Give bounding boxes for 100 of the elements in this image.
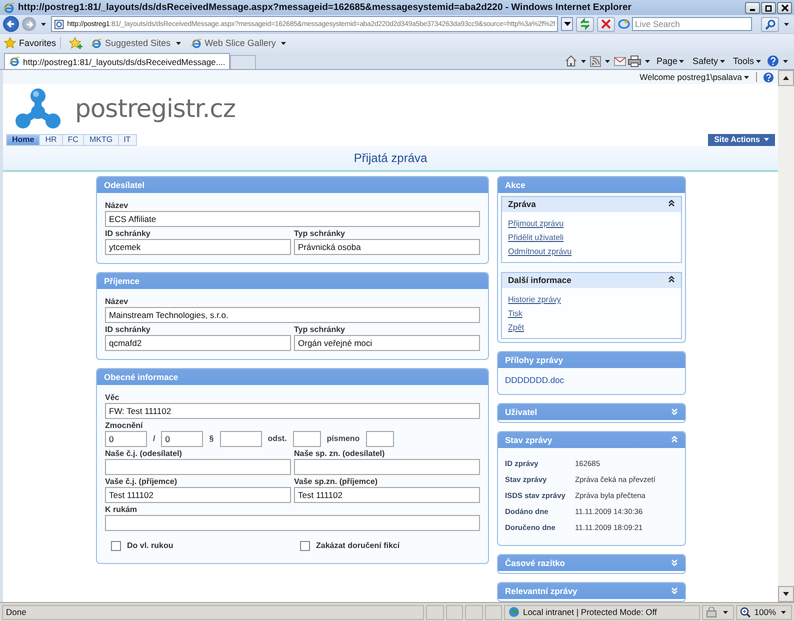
field-label: Typ schránky	[294, 228, 346, 239]
input-field[interactable]	[220, 430, 262, 447]
status-pane	[426, 604, 444, 620]
nav-tab[interactable]: IT	[118, 134, 137, 146]
help-icon[interactable]	[763, 72, 774, 83]
checkbox-label: Zakázat doručení fikcí	[316, 541, 400, 550]
field-label: odst.	[268, 434, 287, 444]
collapse-icon[interactable]	[668, 276, 675, 284]
globe-icon	[508, 606, 520, 618]
ie-logo-icon	[9, 56, 20, 67]
back-arrow-icon	[6, 19, 16, 29]
zoom-button[interactable]: 100%	[736, 604, 792, 620]
field-label: Vaše č.j. (příjemce)	[105, 476, 178, 487]
status-pane	[446, 604, 464, 620]
expand-icon[interactable]	[671, 408, 678, 415]
stop-icon	[601, 19, 611, 29]
forward-button[interactable]	[22, 17, 36, 31]
site-actions-button[interactable]: Site Actions	[708, 134, 775, 146]
feed-icon[interactable]	[590, 56, 602, 66]
input-field[interactable]: Test 111102	[105, 486, 291, 503]
checkbox[interactable]	[111, 540, 121, 551]
input-field[interactable]: 0	[105, 430, 147, 447]
input-field[interactable]: ECS Affiliate	[105, 210, 480, 227]
close-button[interactable]	[777, 2, 792, 14]
scroll-down-icon[interactable]	[778, 586, 794, 602]
browser-tab[interactable]: http://postreg1:81/_layouts/ds/dsReceivedMessage....	[4, 53, 230, 69]
command-menu[interactable]: Safety	[692, 56, 727, 66]
group-header[interactable]: Další informace	[502, 272, 681, 288]
nav-tab[interactable]: FC	[62, 134, 84, 146]
action-link[interactable]: Zpět	[508, 322, 524, 332]
search-field[interactable]: Live Search	[632, 17, 752, 31]
print-icon[interactable]	[628, 55, 642, 67]
input-field[interactable]	[105, 514, 480, 531]
nav-tab[interactable]: MKTG	[84, 134, 119, 146]
collapse-icon[interactable]	[668, 200, 675, 208]
input-field[interactable]: qcmafd2	[105, 334, 291, 351]
welcome-menu[interactable]: Welcome postreg1\psalava	[640, 72, 757, 82]
stop-button[interactable]	[597, 16, 615, 32]
security-zone-text: Local intranet | Protected Mode: Off	[522, 607, 657, 617]
mail-icon[interactable]	[614, 56, 626, 66]
field-label: §	[209, 434, 214, 444]
field-label: K rukám	[105, 504, 138, 515]
action-link[interactable]: Přidělit uživateli	[508, 232, 564, 242]
checkbox[interactable]	[300, 540, 310, 551]
action-link[interactable]: Historie zprávy	[508, 294, 561, 304]
input-field[interactable]: FW: Test 111102	[105, 402, 480, 419]
input-field[interactable]: Mainstream Technologies, s.r.o.	[105, 306, 480, 323]
search-button[interactable]	[761, 16, 779, 32]
command-menu[interactable]: Tools	[732, 56, 763, 66]
scroll-up-icon[interactable]	[778, 70, 794, 86]
caret-icon	[41, 22, 46, 26]
input-field[interactable]	[105, 458, 291, 475]
input-field[interactable]: Právnická osoba	[294, 238, 480, 255]
input-field[interactable]: ytcemek	[105, 238, 291, 255]
protected-mode-icon[interactable]	[706, 606, 718, 618]
input-field[interactable]	[366, 430, 394, 447]
zoom-icon	[740, 606, 752, 618]
nav-tab[interactable]: Home	[6, 134, 40, 146]
expand-icon[interactable]	[671, 558, 678, 566]
action-link[interactable]: Tisk	[508, 308, 522, 318]
attachment-link[interactable]: DDDDDDD.doc	[505, 374, 564, 385]
restore-button[interactable]	[761, 2, 776, 14]
caret-icon	[564, 22, 570, 26]
caret-icon	[781, 610, 786, 614]
action-link[interactable]: Přijmout zprávu	[508, 218, 564, 228]
ie-logo-icon	[190, 38, 202, 48]
favorites-bar-link[interactable]: Suggested Sites	[91, 38, 183, 48]
restore-icon	[764, 4, 772, 12]
panel-header: Akce	[498, 176, 685, 193]
scrollbar[interactable]	[778, 70, 794, 602]
nav-tab[interactable]: HR	[40, 134, 63, 146]
caret-icon	[645, 60, 650, 62]
field-label: Typ schránky	[294, 324, 346, 335]
input-field[interactable]: Orgán veřejné moci	[294, 334, 480, 351]
command-menu[interactable]: Page	[656, 56, 686, 66]
expand-icon[interactable]	[671, 586, 678, 594]
logo-icon	[15, 88, 61, 130]
page-title: Přijatá zpráva	[354, 150, 428, 165]
input-field[interactable]	[292, 430, 321, 447]
page-icon	[54, 18, 64, 30]
ie-logo-icon	[91, 38, 102, 48]
ie-logo-icon	[3, 2, 15, 14]
add-favorite-icon[interactable]	[69, 37, 84, 49]
minimize-button[interactable]	[745, 2, 760, 14]
caret-icon	[783, 60, 788, 62]
search-icon	[764, 18, 776, 30]
address-dropdown-button[interactable]	[561, 17, 573, 31]
action-link[interactable]: Odmítnout zprávu	[508, 246, 572, 256]
input-field[interactable]	[294, 458, 480, 475]
favorites-bar-link[interactable]: Web Slice Gallery	[190, 38, 288, 48]
favorites-button[interactable]: Favorites	[4, 37, 62, 49]
group-header[interactable]: Zpráva	[502, 196, 681, 212]
field-label: písmeno	[326, 434, 360, 444]
help-icon[interactable]	[767, 55, 779, 67]
input-field[interactable]: Test 111102	[294, 486, 480, 503]
input-field[interactable]: 0	[161, 430, 204, 447]
caret-icon	[176, 42, 181, 44]
back-button[interactable]	[3, 16, 19, 32]
home-icon[interactable]	[565, 55, 578, 67]
field-label: ID schránky	[105, 324, 152, 335]
